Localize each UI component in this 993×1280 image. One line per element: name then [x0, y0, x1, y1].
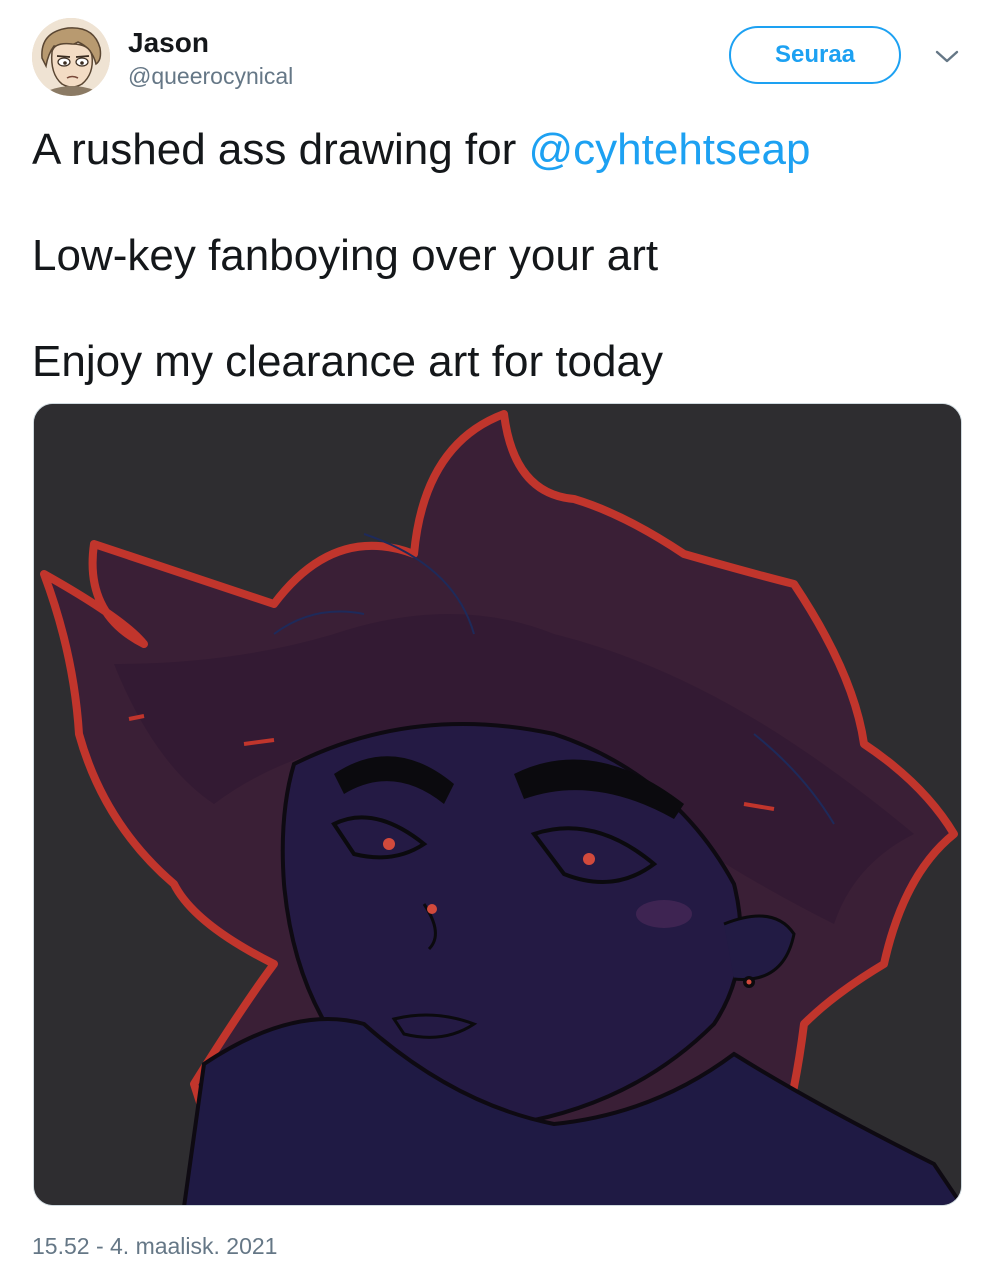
- tweet-header: Jason @queerocynical Seuraa: [32, 18, 962, 98]
- tweet-line-1: A rushed ass drawing for @cyhtehtseap: [32, 118, 962, 182]
- tweet-text: A rushed ass drawing for @cyhtehtseap Lo…: [32, 118, 962, 394]
- mention-link[interactable]: @cyhtehtseap: [528, 125, 810, 174]
- tweet-line-3: Enjoy my clearance art for today: [32, 337, 663, 386]
- user-handle[interactable]: @queerocynical: [128, 60, 293, 92]
- follow-button[interactable]: Seuraa: [729, 26, 901, 84]
- artwork-illustration: [34, 404, 961, 1205]
- chevron-down-icon[interactable]: [932, 44, 962, 68]
- avatar[interactable]: [32, 18, 110, 96]
- tweet-card: Jason @queerocynical Seuraa A rushed ass…: [0, 0, 993, 1280]
- avatar-illustration: [32, 18, 110, 96]
- tweet-timestamp[interactable]: 15.52 - 4. maalisk. 2021: [32, 1228, 277, 1264]
- tweet-media-image[interactable]: [33, 403, 962, 1206]
- display-name[interactable]: Jason: [128, 26, 293, 60]
- tweet-line-2: Low-key fanboying over your art: [32, 231, 659, 280]
- tweet-line-1-text: A rushed ass drawing for: [32, 125, 529, 174]
- author-names: Jason @queerocynical: [128, 26, 293, 92]
